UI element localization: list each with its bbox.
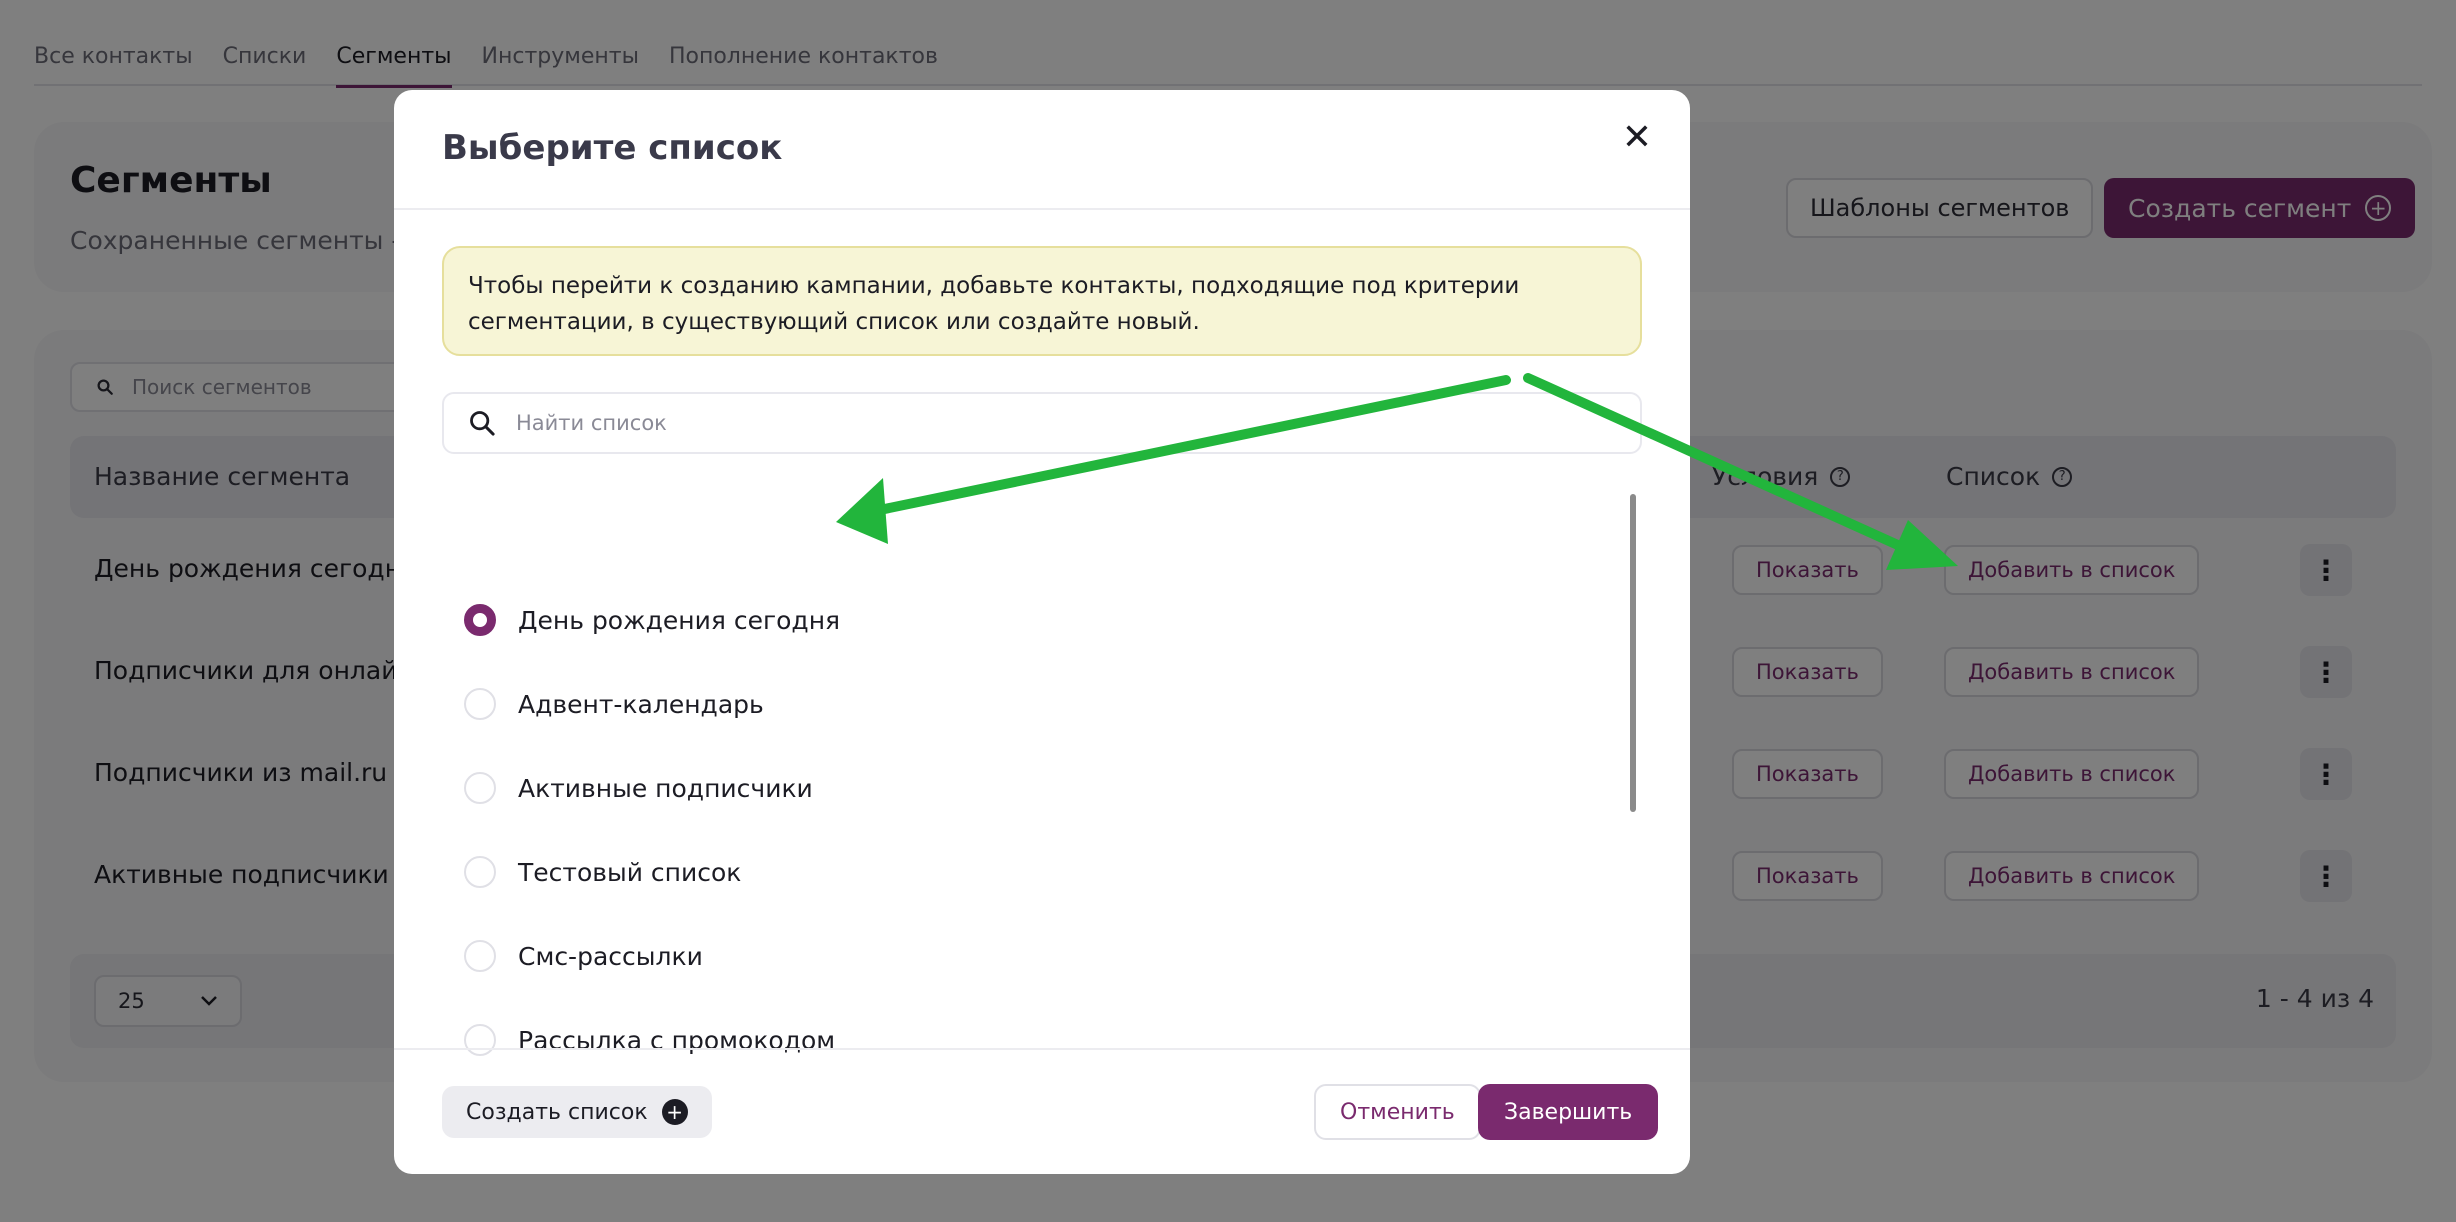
list-option-label: День рождения сегодня — [518, 605, 841, 635]
radio-button-selected[interactable] — [464, 604, 496, 636]
list-option[interactable]: День рождения сегодня — [464, 604, 840, 636]
list-options: День рождения сегодня Адвент-календарь А… — [442, 490, 1682, 1110]
plus-circle-icon: + — [661, 1099, 688, 1125]
list-option-label: Активные подписчики — [518, 773, 813, 803]
page: Все контакты Списки Сегменты Инструменты… — [0, 0, 2456, 1222]
search-icon — [470, 411, 495, 436]
info-notice: Чтобы перейти к созданию кампании, добав… — [442, 246, 1642, 356]
list-option-label: Тестовый список — [518, 857, 742, 887]
list-option-label: Рассылка с промокодом — [518, 1025, 836, 1055]
list-option[interactable]: Смс-рассылки — [464, 940, 703, 972]
list-option[interactable]: Тестовый список — [464, 856, 741, 888]
radio-button[interactable] — [464, 856, 496, 888]
cancel-button[interactable]: Отменить — [1314, 1084, 1481, 1140]
create-list-button[interactable]: Создать список + — [442, 1086, 712, 1138]
divider — [394, 208, 1690, 210]
list-option[interactable]: Активные подписчики — [464, 772, 813, 804]
list-search-input[interactable] — [516, 411, 1596, 435]
list-option-label: Адвент-календарь — [518, 689, 764, 719]
list-option-label: Смс-рассылки — [518, 941, 703, 971]
create-list-label: Создать список — [466, 1099, 648, 1125]
list-option[interactable]: Адвент-календарь — [464, 688, 764, 720]
modal-title: Выберите список — [442, 128, 783, 168]
radio-button[interactable] — [464, 1024, 496, 1056]
finish-button[interactable]: Завершить — [1478, 1084, 1659, 1140]
radio-button[interactable] — [464, 772, 496, 804]
divider — [394, 1048, 1690, 1050]
list-search-field[interactable] — [442, 392, 1642, 454]
list-option[interactable]: Рассылка с промокодом — [464, 1024, 835, 1056]
radio-button[interactable] — [464, 688, 496, 720]
select-list-modal: Выберите список ✕ Чтобы перейти к создан… — [394, 90, 1690, 1174]
radio-button[interactable] — [464, 940, 496, 972]
close-icon[interactable]: ✕ — [1612, 112, 1662, 162]
